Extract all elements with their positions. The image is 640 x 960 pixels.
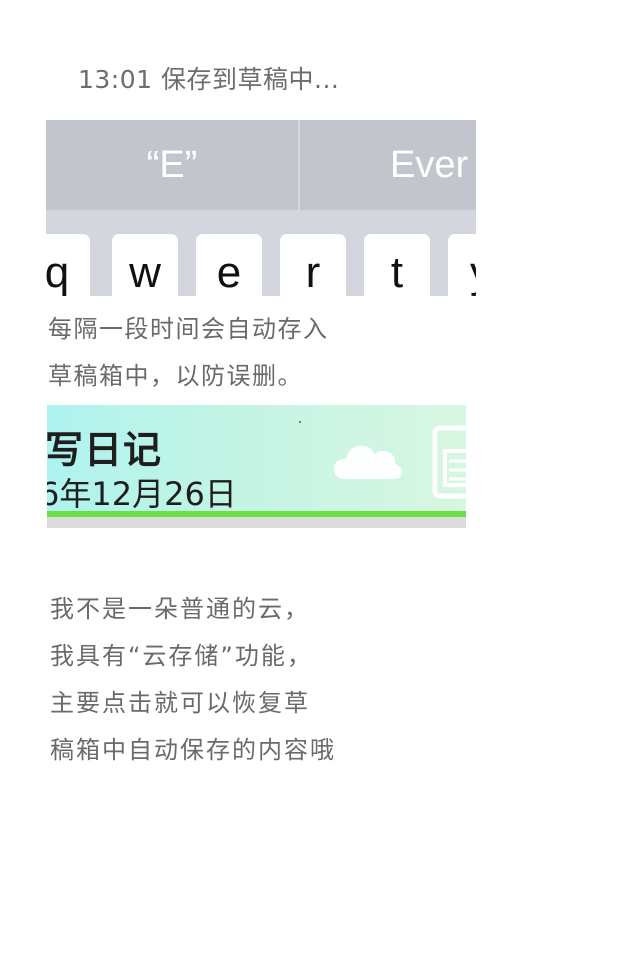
keyboard-screenshot: “E” Ever q w e r t y <box>46 120 476 296</box>
key-y[interactable]: y <box>448 234 476 296</box>
save-draft-icon[interactable] <box>431 425 466 499</box>
description-line: 主要点击就可以恢复草 <box>50 689 310 717</box>
key-t[interactable]: t <box>364 234 430 296</box>
description-line: 我不是一朵普通的云， <box>50 595 310 623</box>
key-w[interactable]: w <box>112 234 178 296</box>
suggestion-divider <box>298 120 300 210</box>
banner-title: 写日记 <box>47 428 163 472</box>
banner-footer <box>47 517 466 528</box>
suggestion-item[interactable]: Ever <box>390 120 476 210</box>
intro-line: 每隔一段时间会自动存入 <box>48 315 329 343</box>
description-text: 我不是一朵普通的云， 我具有“云存储”功能， 主要点击就可以恢复草 稿箱中自动保… <box>50 586 336 774</box>
cloud-icon[interactable] <box>332 437 404 483</box>
banner-speck <box>299 421 301 423</box>
banner-date: 6年12月26日 <box>47 475 237 513</box>
suggestion-bar: “E” Ever <box>46 120 476 210</box>
key-q[interactable]: q <box>46 234 90 296</box>
intro-text: 每隔一段时间会自动存入 草稿箱中，以防误删。 <box>48 306 329 400</box>
description-line: 我具有“云存储”功能， <box>50 642 313 670</box>
intro-line: 草稿箱中，以防误删。 <box>48 362 303 390</box>
key-r[interactable]: r <box>280 234 346 296</box>
status-text: 13:01 保存到草稿中... <box>78 65 340 94</box>
key-e[interactable]: e <box>196 234 262 296</box>
description-line: 稿箱中自动保存的内容哦 <box>50 736 336 764</box>
diary-banner: 写日记 6年12月26日 <box>47 405 466 528</box>
suggestion-item[interactable]: “E” <box>46 120 298 210</box>
